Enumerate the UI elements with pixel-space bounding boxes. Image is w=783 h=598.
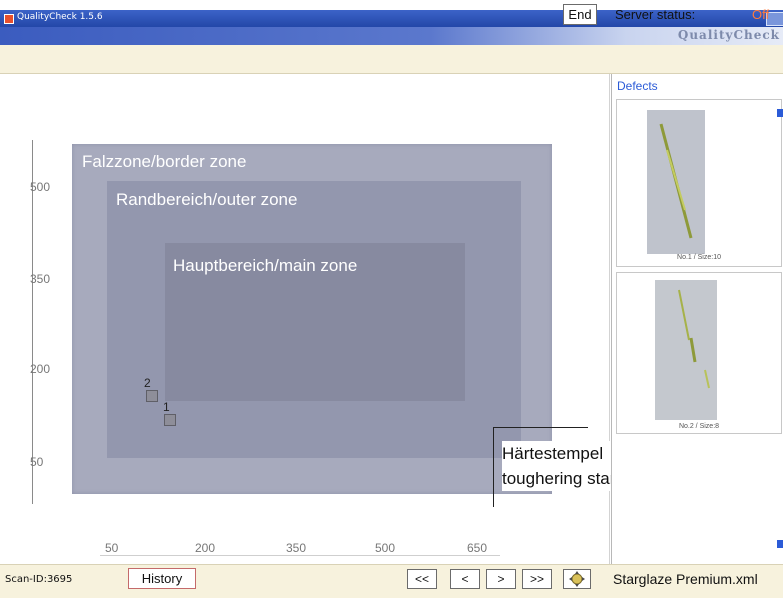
defect-marker-number: 2 bbox=[144, 376, 151, 390]
main-zone-label: Hauptbereich/main zone bbox=[173, 256, 358, 275]
defect-thumbnail[interactable]: No.2 / Size:8 bbox=[616, 272, 782, 434]
defect-caption: No.1 / Size:10 bbox=[677, 254, 721, 261]
defect-image-graphic bbox=[655, 280, 717, 420]
y-tick-label: 500 bbox=[30, 180, 51, 194]
server-status-value: Off bbox=[752, 7, 770, 22]
defect-image bbox=[655, 280, 717, 420]
y-tick-label: 200 bbox=[30, 362, 51, 376]
brand-logo: QualityCheck bbox=[677, 28, 780, 42]
y-tick-label: 50 bbox=[30, 455, 44, 469]
brand-bar: QualityCheck bbox=[0, 27, 783, 45]
last-button[interactable]: >> bbox=[522, 569, 552, 589]
x-tick-label: 50 bbox=[105, 541, 119, 555]
defect-marker[interactable] bbox=[146, 390, 158, 402]
end-button[interactable]: End bbox=[563, 4, 597, 25]
scroll-up-arrow-icon[interactable] bbox=[777, 109, 783, 117]
x-axis-line bbox=[100, 555, 500, 556]
move-icon bbox=[569, 571, 585, 587]
first-button[interactable]: << bbox=[407, 569, 437, 589]
app-icon bbox=[4, 14, 14, 24]
defect-image bbox=[647, 110, 705, 254]
border-zone-label: Falzzone/border zone bbox=[82, 152, 247, 171]
next-button[interactable]: > bbox=[486, 569, 516, 589]
config-file-name: Starglaze Premium.xml bbox=[613, 571, 758, 587]
stamp-bracket-line bbox=[493, 427, 494, 507]
outer-zone-label: Randbereich/outer zone bbox=[116, 190, 298, 209]
server-status-label: Server status: bbox=[615, 7, 696, 22]
previous-button[interactable]: < bbox=[450, 569, 480, 589]
stamp-bracket-line bbox=[493, 427, 588, 428]
defect-marker-number: 1 bbox=[163, 400, 170, 414]
x-tick-label: 350 bbox=[286, 541, 307, 555]
scroll-down-arrow-icon[interactable] bbox=[777, 540, 783, 548]
y-axis-line bbox=[32, 140, 33, 504]
x-tick-label: 200 bbox=[195, 541, 216, 555]
window-title: QualityCheck 1.5.6 bbox=[17, 12, 103, 22]
toolbar bbox=[0, 45, 783, 74]
x-tick-label: 500 bbox=[375, 541, 396, 555]
defect-caption: No.2 / Size:8 bbox=[678, 423, 720, 430]
defect-thumbnail[interactable]: No.1 / Size:10 bbox=[616, 99, 782, 267]
x-tick-label: 650 bbox=[467, 541, 488, 555]
defect-image-graphic bbox=[647, 110, 705, 254]
history-button[interactable]: History bbox=[128, 568, 196, 589]
scan-id: Scan-ID:3695 bbox=[5, 574, 73, 585]
defects-panel-title: Defects bbox=[617, 79, 658, 93]
y-tick-label: 350 bbox=[30, 272, 51, 286]
defect-marker[interactable] bbox=[164, 414, 176, 426]
move-button[interactable] bbox=[563, 569, 591, 589]
